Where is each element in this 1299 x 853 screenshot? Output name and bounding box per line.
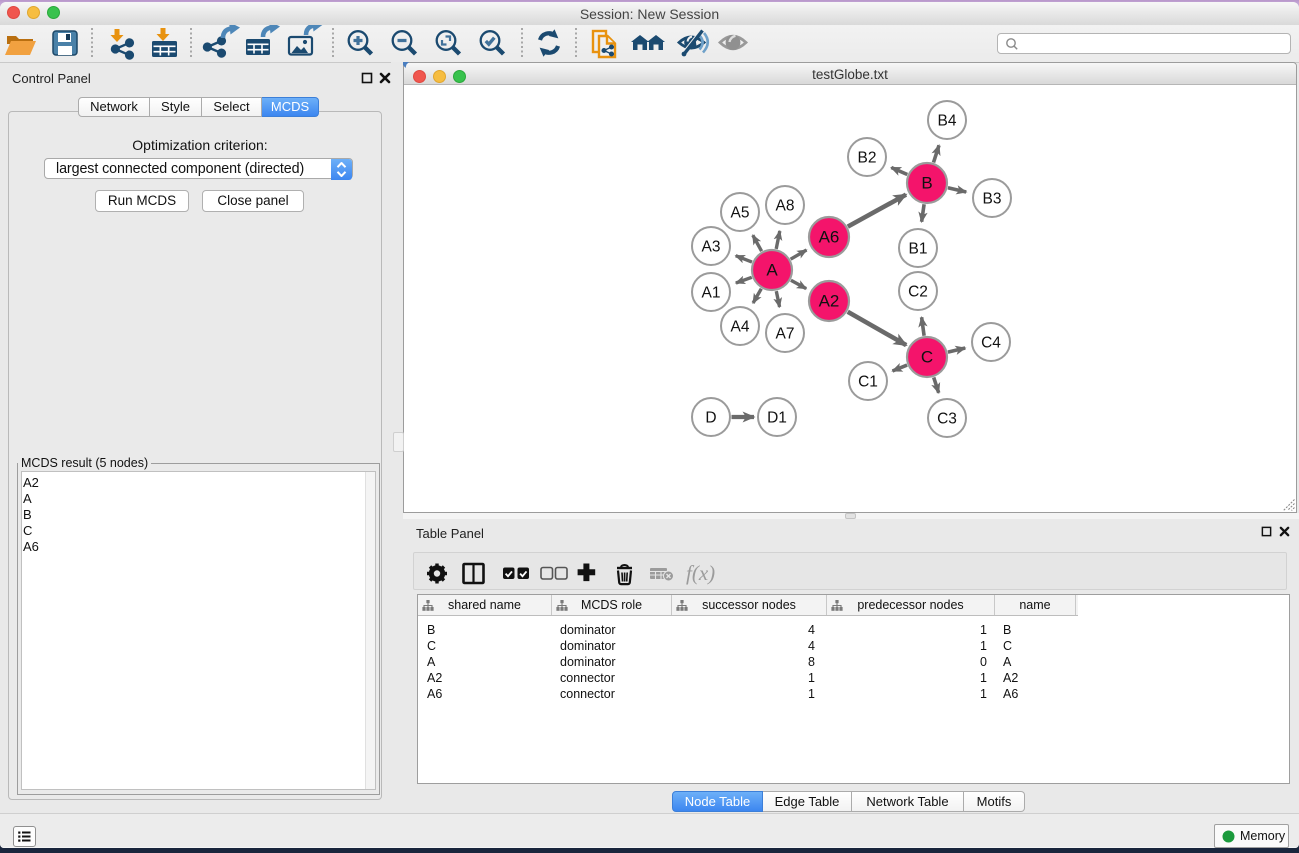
svg-text:A7: A7 [776,326,795,343]
svg-text:A8: A8 [776,198,795,215]
svg-text:B1: B1 [909,241,928,258]
svg-text:B: B [921,174,932,193]
svg-text:A2: A2 [819,292,840,311]
svg-text:A6: A6 [819,228,840,247]
svg-text:A5: A5 [731,205,750,222]
svg-text:C4: C4 [981,335,1001,352]
svg-text:C: C [921,348,933,367]
svg-text:A4: A4 [731,319,750,336]
svg-text:B2: B2 [858,150,877,167]
svg-text:D: D [705,410,716,427]
svg-text:C3: C3 [937,411,957,428]
svg-text:f(x): f(x) [686,561,715,585]
svg-text:C2: C2 [908,284,928,301]
svg-text:D1: D1 [767,410,787,427]
svg-text:A3: A3 [702,239,721,256]
svg-text:A: A [766,261,778,280]
svg-text:A1: A1 [702,285,721,302]
svg-text:C1: C1 [858,374,878,391]
svg-text:B4: B4 [938,113,957,130]
svg-text:B3: B3 [983,191,1002,208]
